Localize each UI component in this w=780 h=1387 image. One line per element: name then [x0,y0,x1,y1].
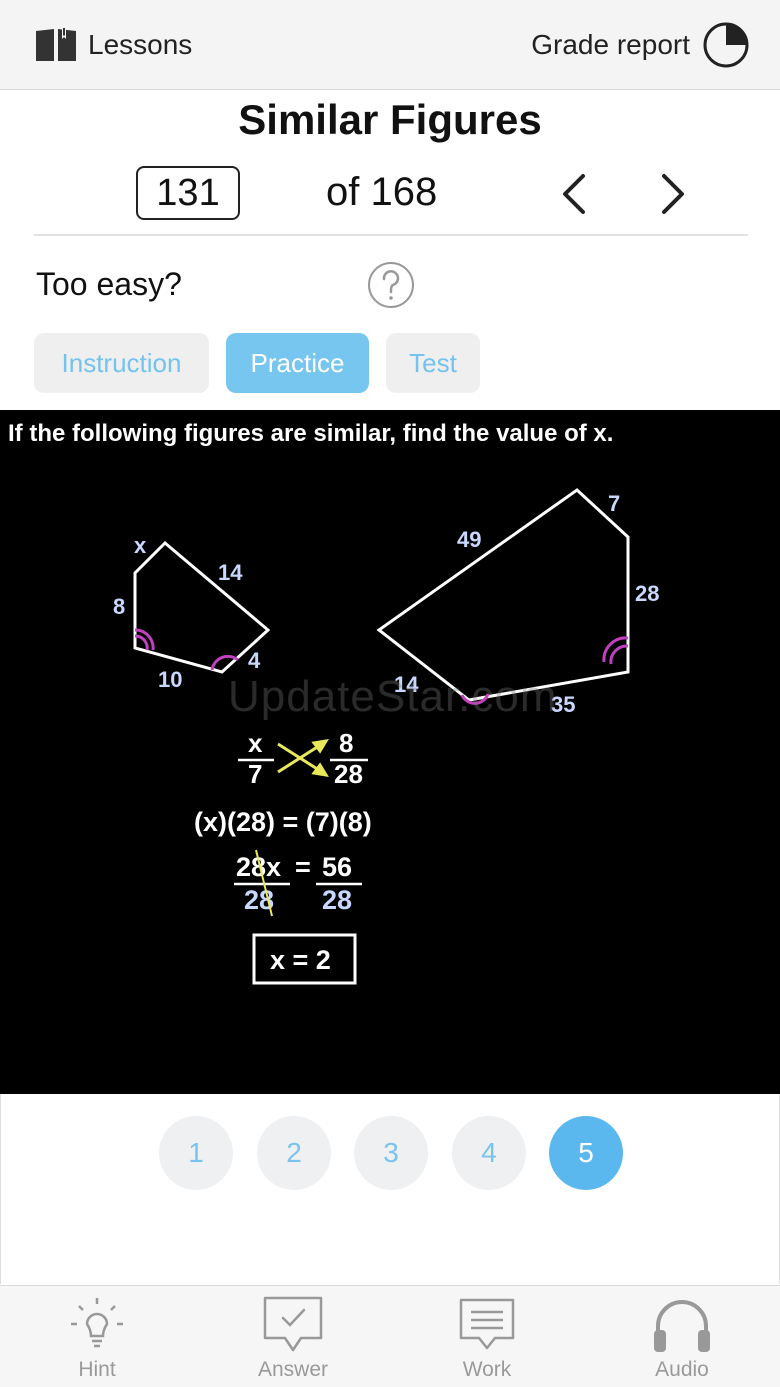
watermark: UpdateStar.com [228,672,558,721]
cross-multiply-arrows [277,738,329,778]
small-label-14: 14 [218,560,243,585]
divider [34,234,748,236]
step-5-button[interactable]: 5 [549,1116,623,1190]
question-text: If the following figures are similar, fi… [8,420,613,447]
answer-text: x = 2 [270,945,331,975]
page-total: of 168 [326,170,438,214]
lessons-label: Lessons [88,29,193,60]
lightbulb-icon [71,1298,123,1348]
step-3-button[interactable]: 3 [354,1116,428,1190]
hint-label: Hint [78,1358,116,1381]
book-icon [36,27,76,63]
proportion-d1: 7 [248,759,262,789]
previous-arrow-icon[interactable] [553,170,597,218]
app-screen: Lessons Grade report Similar Figures 131… [0,0,780,1387]
angle-mark [609,644,629,665]
bottom-toolbar: Hint Answer Work Audio [0,1285,780,1387]
grade-report-label: Grade report [531,29,690,60]
problem-illustration: If the following figures are similar, fi… [8,420,659,985]
answer-label: Answer [257,1358,329,1381]
divide-d2: 28 [322,885,352,915]
small-label-x: x [134,533,147,558]
grade-report-button[interactable]: Grade report [531,20,750,70]
divide-eq: = [295,852,311,882]
step-4-button[interactable]: 4 [452,1116,526,1190]
current-page-input[interactable]: 131 [136,166,240,220]
question-circle-icon[interactable] [366,260,416,310]
hint-button[interactable]: Hint [37,1294,157,1386]
too-easy-label: Too easy? [36,266,182,302]
tab-test[interactable]: Test [386,333,480,393]
problem-video-panel[interactable]: If the following figures are similar, fi… [0,410,780,1094]
next-arrow-icon[interactable] [650,170,694,218]
proportion-n2: 8 [339,728,353,758]
divide-d1: 28 [244,885,274,915]
tab-instruction[interactable]: Instruction [34,333,209,393]
tab-practice[interactable]: Practice [226,333,369,393]
pie-chart-icon [703,22,749,68]
audio-label: Audio [655,1358,709,1381]
small-label-10: 10 [158,667,182,692]
divide-n2: 56 [322,852,352,882]
step-2-button[interactable]: 2 [257,1116,331,1190]
page-navigation: 131 of 168 [0,166,780,222]
step-1-button[interactable]: 1 [159,1116,233,1190]
large-label-28: 28 [635,581,659,606]
work-label: Work [462,1358,512,1381]
audio-button[interactable]: Audio [622,1294,742,1386]
large-label-7: 7 [608,491,620,516]
lesson-title: Similar Figures [238,96,542,143]
answer-button[interactable]: Answer [233,1294,353,1386]
proportion-d2: 28 [334,759,363,789]
small-label-8: 8 [113,594,125,619]
work-button[interactable]: Work [427,1294,547,1386]
small-label-4: 4 [248,648,261,673]
large-figure [376,488,630,702]
top-bar: Lessons Grade report [0,0,780,90]
proportion-n1: x [248,728,263,758]
message-lines-icon [459,1298,515,1350]
step-selector: 1 2 3 4 5 [0,1094,780,1284]
large-label-49: 49 [457,527,481,552]
headphones-icon [654,1300,710,1352]
cross-multiply-step: (x)(28) = (7)(8) [194,807,372,837]
lessons-button[interactable]: Lessons [32,22,192,68]
answer-check-icon [263,1296,323,1352]
